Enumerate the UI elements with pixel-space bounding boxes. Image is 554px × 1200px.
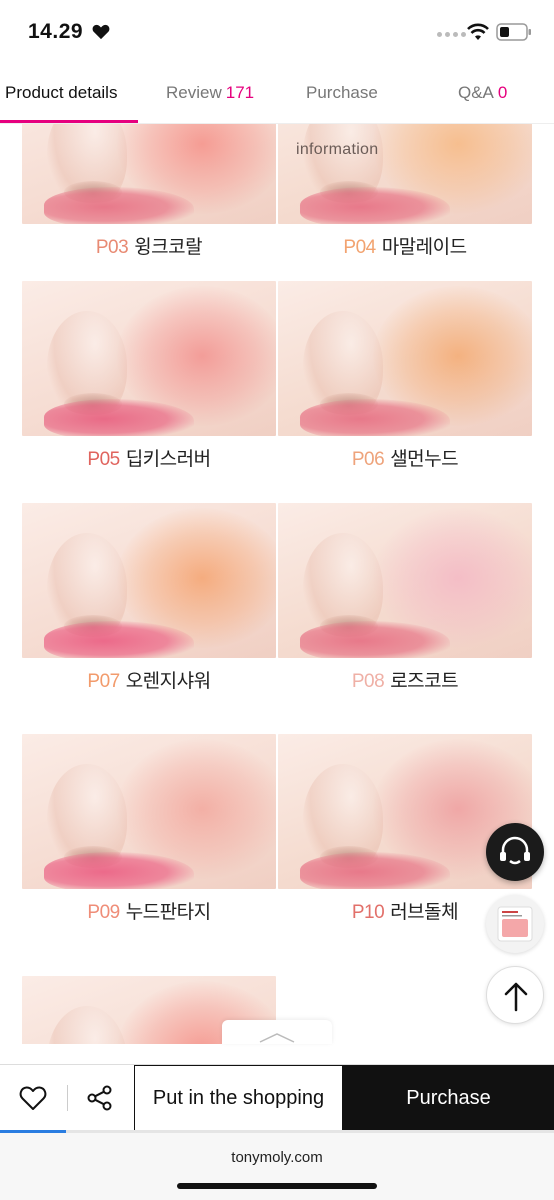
tab-label: Product details (5, 83, 118, 102)
swatch-card: P06 샐먼누드 (278, 281, 532, 492)
swatch-name: 누드판타지 (125, 902, 211, 923)
swatch-name: 샐먼누드 (390, 449, 459, 470)
tab-review[interactable]: Review 171 (166, 64, 254, 124)
cell-signal-icon (437, 32, 466, 37)
review-count: 171 (225, 83, 255, 102)
swatch-code: P10 (351, 902, 385, 923)
swatch-name: 윙크코랄 (134, 237, 203, 258)
swatch-card: P05 딥키스러버 (22, 281, 276, 492)
swatch-code: P06 (351, 449, 385, 470)
heart-icon (92, 24, 110, 40)
tab-label: Review (166, 83, 222, 102)
product-tabs: Product details Review 171 Purchase Q&A 0 (0, 64, 554, 124)
status-time: 14.29 (28, 20, 84, 43)
arrow-up-icon (504, 982, 528, 1012)
tab-label: Q&A (458, 83, 494, 102)
swatch-photo (278, 124, 532, 224)
share-button[interactable] (67, 1065, 133, 1131)
heart-outline-icon (19, 1086, 47, 1110)
tab-qna[interactable]: Q&A 0 (458, 64, 507, 124)
swatch-card: P03 윙크코랄 (22, 124, 276, 280)
browser-url-bar[interactable]: tonymoly.com (0, 1133, 554, 1200)
add-to-cart-button[interactable]: Put in the shopping (134, 1065, 343, 1131)
swatch-label: P07 오렌지샤워 (22, 658, 276, 714)
headset-chat-icon (500, 836, 530, 865)
recent-product-thumbnail[interactable] (486, 895, 544, 953)
product-thumbnail (497, 906, 533, 942)
collapse-handle[interactable] (222, 1020, 332, 1044)
purchase-button[interactable]: Purchase (343, 1065, 554, 1131)
active-tab-indicator (0, 120, 138, 123)
qna-count: 0 (497, 83, 508, 102)
swatch-photo (22, 124, 276, 224)
battery-icon (496, 23, 531, 41)
swatch-code: P05 (87, 449, 120, 470)
purchase-action-bar: Put in the shopping Purchase (0, 1064, 554, 1131)
swatch-label: P05 딥키스러버 (22, 436, 276, 492)
scroll-to-top-button[interactable] (486, 966, 544, 1024)
url-text: tonymoly.com (231, 1149, 323, 1166)
swatch-photo (22, 734, 276, 889)
swatch-photo (278, 503, 532, 658)
swatch-card: P07 오렌지샤워 (22, 503, 276, 714)
swatch-name: 러브돌체 (390, 902, 459, 923)
swatch-label: P03 윙크코랄 (22, 224, 276, 280)
swatch-photo (22, 503, 276, 658)
share-icon (87, 1085, 112, 1111)
status-bar: 14.29 (0, 0, 554, 64)
wifi-icon (467, 23, 489, 40)
shade-swatch-grid: P03 윙크코랄 P04 마말레이드 information P05 딥키스러버 P0… (0, 124, 554, 1044)
chevron-up-icon (259, 1033, 295, 1043)
swatch-card: P08 로즈코트 (278, 503, 532, 714)
home-indicator[interactable] (177, 1183, 377, 1189)
swatch-code: P03 (95, 237, 129, 258)
tab-label: Purchase (306, 83, 378, 102)
tab-purchase[interactable]: Purchase (306, 64, 378, 124)
swatch-label: P09 누드판타지 (22, 889, 276, 945)
swatch-photo (22, 281, 276, 436)
swatch-name: 마말레이드 (381, 237, 467, 258)
swatch-photo (278, 281, 532, 436)
swatch-card: P09 누드판타지 (22, 734, 276, 945)
wishlist-button[interactable] (0, 1065, 66, 1131)
swatch-code: P09 (87, 902, 120, 923)
swatch-name: 딥키스러버 (125, 449, 211, 470)
chat-support-button[interactable] (486, 823, 544, 881)
swatch-label: P04 마말레이드 (278, 224, 532, 280)
tab-product-details[interactable]: Product details (5, 64, 117, 124)
overlay-information-text: information (296, 141, 379, 158)
swatch-code: P08 (351, 671, 385, 692)
swatch-code: P07 (87, 671, 120, 692)
swatch-name: 오렌지샤워 (125, 671, 211, 692)
swatch-name: 로즈코트 (390, 671, 459, 692)
swatch-label: P06 샐먼누드 (278, 436, 532, 492)
swatch-label: P08 로즈코트 (278, 658, 532, 714)
swatch-code: P04 (343, 237, 376, 258)
swatch-card: P04 마말레이드 information (278, 124, 532, 280)
